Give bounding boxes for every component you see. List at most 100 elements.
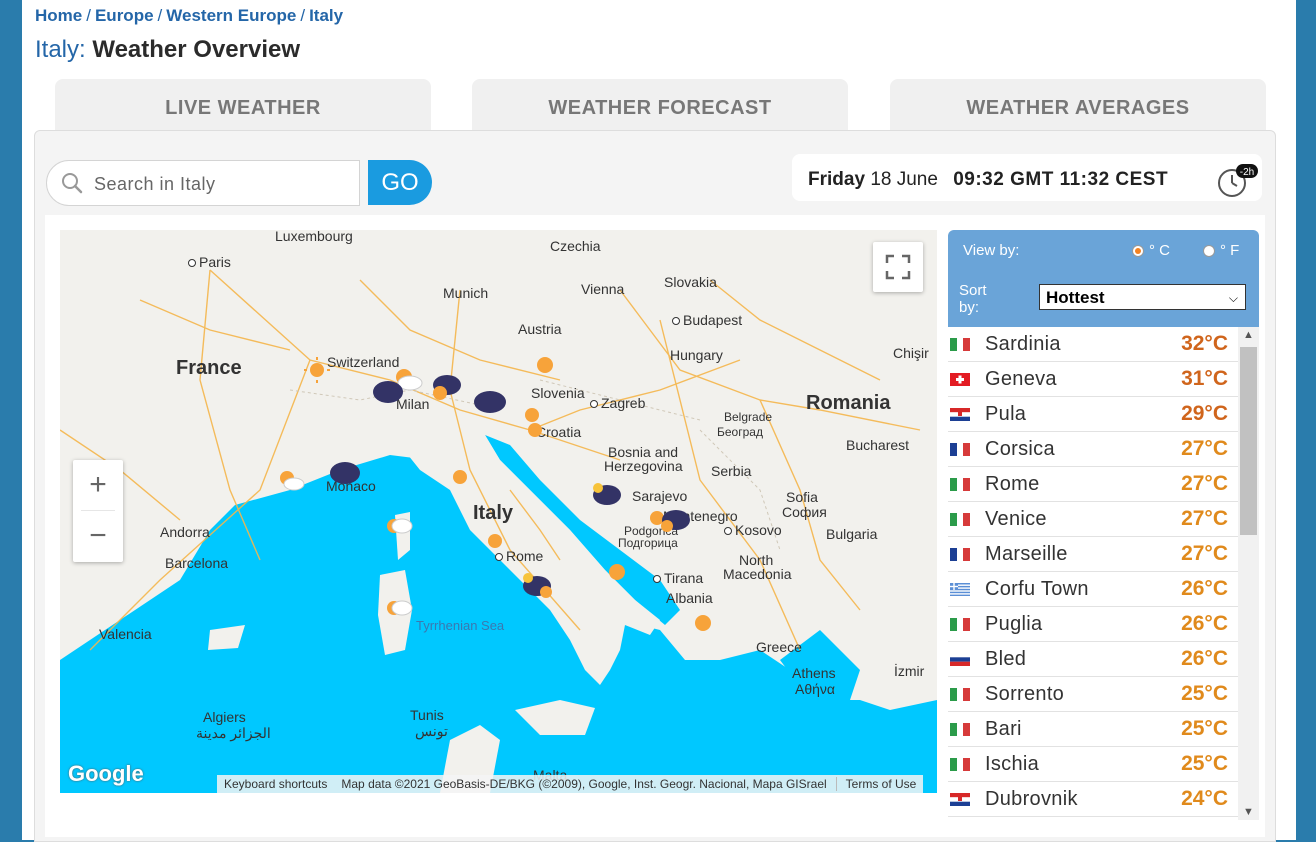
- storm-sun-icon[interactable]: [430, 373, 464, 403]
- map-label: Paris: [188, 254, 231, 270]
- flag-it-icon: [950, 513, 970, 526]
- list-item[interactable]: Sardinia 32°C: [948, 327, 1238, 362]
- city-temperature-list: View by: ° C ° F Sort by: Hottest ⌵ Sard…: [948, 230, 1259, 820]
- scrollbar-thumb[interactable]: [1240, 347, 1257, 535]
- scroll-up-icon[interactable]: ▲: [1238, 329, 1259, 341]
- list-item[interactable]: Sorrento 25°C: [948, 677, 1238, 712]
- list-scrollbar[interactable]: ▲ ▼: [1238, 327, 1259, 820]
- breadcrumb-europe[interactable]: Europe: [95, 6, 154, 25]
- breadcrumb-italy[interactable]: Italy: [309, 6, 343, 25]
- map-label: Београд: [717, 425, 763, 439]
- flag-it-icon: [950, 688, 970, 701]
- sun-cloud-icon[interactable]: [382, 512, 416, 542]
- list-item[interactable]: Bari 25°C: [948, 712, 1238, 747]
- sunny-icon[interactable]: [478, 526, 512, 556]
- city-temperature: 31°C: [1181, 367, 1228, 390]
- storm-icon[interactable]: [473, 387, 507, 417]
- map-label: Подгорица: [618, 536, 678, 550]
- map-label: Αθήνα: [795, 681, 836, 697]
- list-item[interactable]: Rome 27°C: [948, 467, 1238, 502]
- map-label: Kosovo: [724, 522, 782, 538]
- list-item[interactable]: Puglia 26°C: [948, 607, 1238, 642]
- breadcrumb: Home / Europe / Western Europe / Italy: [35, 6, 343, 26]
- city-temperature: 26°C: [1181, 577, 1228, 600]
- map-attribution: Keyboard shortcuts Map data ©2021 GeoBasi…: [217, 775, 924, 793]
- fullscreen-button[interactable]: [873, 242, 923, 292]
- city-name: Geneva: [985, 368, 1057, 390]
- content-panel: GO Friday 18 June 09:32 GMT 11:32 CEST -…: [34, 130, 1276, 842]
- list-header: View by: ° C ° F Sort by: Hottest ⌵: [948, 230, 1259, 327]
- map-label: Tirana: [653, 570, 703, 586]
- city-temperature: 24°C: [1181, 787, 1228, 810]
- sort-select[interactable]: Hottest ⌵: [1039, 284, 1246, 310]
- list-item[interactable]: Dubrovnik 24°C: [948, 782, 1238, 817]
- map-label: France: [176, 357, 242, 379]
- tab-weather-forecast[interactable]: WEATHER FORECAST: [472, 79, 848, 130]
- storm-moon-icon[interactable]: [520, 570, 554, 600]
- clock-icon[interactable]: -2h: [1216, 164, 1258, 198]
- tab-live-weather[interactable]: LIVE WEATHER: [55, 79, 431, 130]
- sunny-icon[interactable]: [686, 608, 720, 638]
- list-item[interactable]: Corfu Town 26°C: [948, 572, 1238, 607]
- go-button[interactable]: GO: [368, 160, 432, 205]
- map-label: Bucharest: [846, 437, 910, 453]
- map-label: الجزائر مدينة: [196, 725, 271, 741]
- search-box: [46, 160, 360, 206]
- city-temperature: 29°C: [1181, 402, 1228, 425]
- fullscreen-icon: [885, 254, 911, 280]
- sunny-icon[interactable]: [600, 557, 634, 587]
- tab-weather-averages[interactable]: WEATHER AVERAGES: [890, 79, 1266, 130]
- flag-it-icon: [950, 338, 970, 351]
- map-label: Austria: [518, 321, 562, 337]
- unit-fahrenheit-radio[interactable]: ° F: [1203, 242, 1239, 259]
- storm-icon[interactable]: [328, 458, 362, 488]
- map-label: Munich: [443, 285, 489, 301]
- map-data-text: Map data ©2021 GeoBasis-DE/BKG (©2009), …: [341, 777, 827, 791]
- page: Home / Europe / Western Europe / Italy Italy: …: [22, 0, 1296, 842]
- breadcrumb-separator: /: [157, 6, 163, 25]
- scroll-down-icon[interactable]: ▼: [1238, 806, 1259, 818]
- storm-icon[interactable]: [371, 377, 405, 407]
- google-logo[interactable]: Google: [68, 761, 144, 787]
- sun-cloud-icon[interactable]: [382, 594, 416, 624]
- weekday: Friday: [808, 169, 866, 190]
- map-label: Herzegovina: [604, 458, 683, 474]
- list-item[interactable]: Bled 26°C: [948, 642, 1238, 677]
- sunny-icon[interactable]: [443, 462, 477, 492]
- sunny-icon[interactable]: [528, 350, 562, 380]
- sunny-icon[interactable]: [518, 415, 552, 445]
- terms-of-use-link[interactable]: Terms of Use: [839, 777, 924, 791]
- list-item[interactable]: Marseille 27°C: [948, 537, 1238, 572]
- sort-select-value: Hottest: [1046, 288, 1105, 307]
- storm-sun-icon[interactable]: [658, 506, 692, 536]
- city-temperature: 27°C: [1181, 437, 1228, 460]
- flag-gr-icon: [950, 583, 970, 596]
- city-name: Marseille: [985, 543, 1068, 565]
- flag-ch-icon: [950, 373, 970, 386]
- weather-map[interactable]: Luxembourg Czechia Paris Munich Vienna S…: [60, 230, 937, 793]
- list-item[interactable]: Geneva 31°C: [948, 362, 1238, 397]
- flag-hr-icon: [950, 408, 970, 421]
- city-temperature: 26°C: [1181, 612, 1228, 635]
- sunny-icon[interactable]: [300, 355, 334, 385]
- zoom-in-button[interactable]: +: [73, 460, 123, 510]
- zoom-out-button[interactable]: −: [73, 511, 123, 561]
- breadcrumb-home[interactable]: Home: [35, 6, 82, 25]
- page-title-text: Weather Overview: [92, 36, 301, 63]
- unit-celsius-radio[interactable]: ° C: [1132, 242, 1170, 259]
- radio-selected-icon: [1132, 244, 1144, 257]
- list-item[interactable]: Ischia 25°C: [948, 747, 1238, 782]
- list-item[interactable]: Corsica 27°C: [948, 432, 1238, 467]
- city-temperature: 25°C: [1181, 717, 1228, 740]
- list-item[interactable]: Venice 27°C: [948, 502, 1238, 537]
- breadcrumb-separator: /: [300, 6, 306, 25]
- map-label: Greece: [756, 639, 802, 655]
- city-name: Bled: [985, 648, 1027, 670]
- keyboard-shortcuts-link[interactable]: Keyboard shortcuts: [217, 777, 334, 791]
- map-label: Albania: [666, 590, 713, 606]
- storm-moon-icon[interactable]: [590, 480, 624, 510]
- breadcrumb-western-europe[interactable]: Western Europe: [166, 6, 296, 25]
- sun-cloud-icon[interactable]: [274, 466, 308, 496]
- list-item[interactable]: Pula 29°C: [948, 397, 1238, 432]
- search-input[interactable]: [92, 169, 351, 199]
